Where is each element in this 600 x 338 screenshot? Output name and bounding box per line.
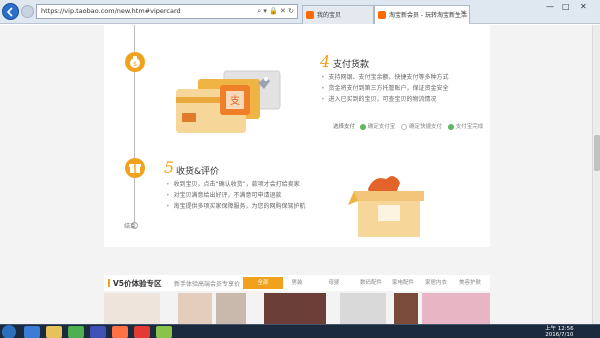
close-tab-icon[interactable]: ✕: [460, 9, 466, 17]
gift-icon: [125, 158, 145, 178]
pay-option: 确定快捷支付: [401, 122, 442, 130]
firefox-taskbar-icon[interactable]: [112, 326, 128, 338]
tab-label: 我的宝贝: [317, 12, 342, 19]
taobao-favicon: [378, 11, 386, 19]
app-taskbar-icon[interactable]: [156, 326, 172, 338]
bullet-item: 进入已买到的宝贝，可查宝贝的物流情况: [321, 94, 449, 105]
step-number: 5: [164, 158, 175, 177]
browser-chrome: https://vip.taobao.com/new.htm#vipercard…: [0, 0, 600, 24]
clock-date: 2016/7/10: [545, 332, 574, 338]
app-taskbar-icon[interactable]: [90, 326, 106, 338]
bullet-item: 支持网银、支付宝余额、快捷支付等多种方式: [321, 72, 449, 83]
tab-label: 淘宝新会员 - 玩转淘宝新生活: [389, 12, 467, 19]
category-tab[interactable]: 美容护肤: [450, 277, 490, 289]
svg-text:支: 支: [230, 95, 240, 107]
step-title: 收货&评价: [176, 167, 220, 177]
address-bar[interactable]: https://vip.taobao.com/new.htm#vipercard…: [36, 4, 298, 19]
v5-subtitle: 新手体验高端会员专享价: [174, 281, 241, 288]
v5-title: V5价体验专区: [108, 278, 162, 289]
address-bar-icons[interactable]: ⌕ ▾ 🔒 ✕ ↻: [257, 7, 294, 16]
pay-method-row: 选择支付 确定支付宝 确定快捷支付 支付宝完成: [333, 122, 487, 130]
pay-option: 支付宝完成: [447, 122, 483, 130]
system-clock[interactable]: 上午 12:56 2016/7/10: [545, 326, 574, 338]
tab-new-member[interactable]: 淘宝新会员 - 玩转淘宝新生活 ✕: [374, 5, 470, 24]
app-taskbar-icon[interactable]: [134, 326, 150, 338]
bullet-item: 收到宝贝，点击“确认收货”，款项才会打给卖家: [166, 179, 306, 190]
check-icon: [447, 123, 454, 130]
vertical-scrollbar[interactable]: [592, 25, 600, 324]
payment-cards-illustration: 支: [176, 70, 281, 133]
process-card: [104, 25, 490, 247]
taobao-favicon: [306, 11, 314, 19]
tab-my-items[interactable]: 我的宝贝: [302, 5, 374, 24]
step-bullets: 支持网银、支付宝余额、快捷支付等多种方式 货金将支付到第三方托管账户，保证资金安…: [321, 72, 449, 105]
windows-taskbar: 上午 12:56 2016/7/10: [0, 324, 600, 338]
step-title: 支付货款: [333, 60, 370, 70]
screen: https://vip.taobao.com/new.htm#vipercard…: [0, 0, 600, 338]
title-accent-bar: [108, 279, 110, 287]
timeline-end-label: 结束: [124, 223, 137, 230]
close-window-button[interactable]: ✕: [580, 2, 587, 11]
step-number: 4: [320, 52, 331, 71]
back-arrow-icon: [6, 7, 13, 17]
bullet-item: 对宝贝满意给出好评，不满意可申请退款: [166, 190, 306, 201]
step-bullets: 收到宝贝，点击“确认收货”，款项才会打给卖家 对宝贝满意给出好评，不满意可申请退…: [166, 179, 306, 212]
svg-text:$: $: [133, 61, 137, 68]
back-button[interactable]: [2, 3, 19, 20]
ie-taskbar-icon[interactable]: [24, 326, 40, 338]
v5-section-header: V5价体验专区 新手体验高端会员专享价 全部 男装 母婴 数码配件 家电配件 家…: [104, 275, 490, 291]
bullet-item: 淘宝提供多项买家保障服务，为您的网购保驾护航: [166, 201, 306, 212]
page-body: 结束 $ 4 支付货款 支持网银、支付宝余额、快捷支付等多种方式 货金将支付到第…: [0, 25, 592, 338]
spacer: [104, 247, 490, 275]
category-tab[interactable]: 男装: [277, 277, 317, 289]
pay-option: 确定支付宝: [359, 122, 395, 130]
address-url: https://vip.taobao.com/new.htm#vipercard: [41, 7, 181, 15]
pay-label: 选择支付: [333, 124, 356, 130]
bullet-item: 货金将支付到第三方托管账户，保证资金安全: [321, 83, 449, 94]
check-icon: [359, 123, 366, 130]
maximize-button[interactable]: □: [562, 2, 570, 11]
forward-button[interactable]: [21, 5, 34, 18]
unchecked-icon: [401, 123, 408, 130]
folder-taskbar-icon[interactable]: [46, 326, 62, 338]
start-button[interactable]: [2, 325, 16, 338]
money-bag-icon: $: [125, 52, 145, 72]
scrollbar-thumb[interactable]: [594, 135, 600, 171]
chrome-taskbar-icon[interactable]: [68, 326, 84, 338]
category-tab[interactable]: 母婴: [314, 277, 354, 289]
minimize-button[interactable]: —: [546, 2, 554, 11]
delivery-box-illustration: [348, 176, 424, 237]
